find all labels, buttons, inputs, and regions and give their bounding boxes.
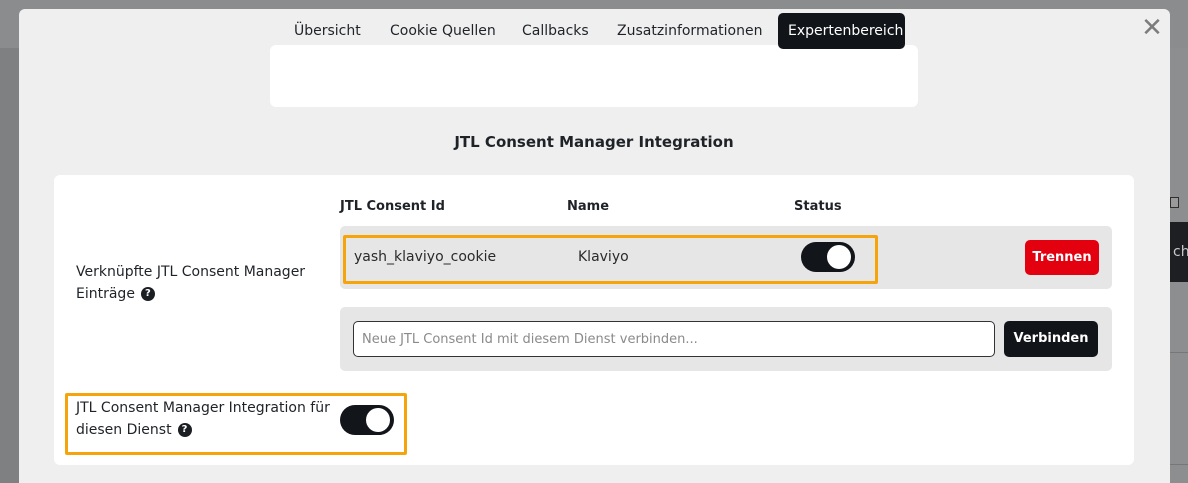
integration-label: JTL Consent Manager Integration für dies…	[76, 397, 330, 441]
tab-cookie-quellen[interactable]: Cookie Quellen	[380, 13, 506, 49]
integration-label-line1: JTL Consent Manager Integration für	[76, 400, 330, 416]
linked-entries-label-line1: Verknüpfte JTL Consent Manager	[76, 264, 306, 280]
tab-callbacks[interactable]: Callbacks	[512, 13, 599, 49]
help-icon[interactable]: ?	[177, 423, 192, 437]
connect-button[interactable]: Verbinden	[1004, 321, 1098, 357]
consent-id-input[interactable]	[353, 321, 995, 357]
tab-uebersicht[interactable]: Übersicht	[284, 13, 371, 49]
close-icon[interactable]: ✕	[1140, 15, 1164, 41]
status-toggle[interactable]	[801, 242, 855, 272]
disconnect-button[interactable]: Trennen	[1025, 240, 1099, 275]
section-title: JTL Consent Manager Integration	[454, 133, 734, 151]
background-checkbox	[1170, 197, 1179, 208]
toggle-knob	[827, 245, 851, 269]
background-button: che	[1170, 222, 1188, 282]
integration-toggle[interactable]	[340, 405, 394, 435]
background-divider	[1170, 464, 1188, 465]
column-header-name: Name	[567, 199, 610, 214]
linked-entries-label-line2: Einträge	[76, 286, 135, 302]
integration-label-line2: diesen Dienst	[76, 422, 172, 438]
tab-zusatzinformationen[interactable]: Zusatzinformationen	[607, 13, 772, 49]
help-icon[interactable]: ?	[140, 287, 155, 301]
name-cell: Klaviyo	[578, 249, 629, 265]
column-header-consent-id: JTL Consent Id	[340, 199, 445, 214]
linked-entries-label: Verknüpfte JTL Consent Manager Einträge?	[76, 261, 305, 305]
tab-expertenbereich[interactable]: Expertenbereich	[778, 13, 905, 49]
tab-bar	[270, 45, 918, 107]
consent-id-cell: yash_klaviyo_cookie	[354, 249, 497, 265]
background-divider	[1170, 352, 1188, 353]
background-button-label: che	[1173, 244, 1188, 260]
toggle-knob	[366, 408, 390, 432]
column-header-status: Status	[794, 199, 842, 214]
